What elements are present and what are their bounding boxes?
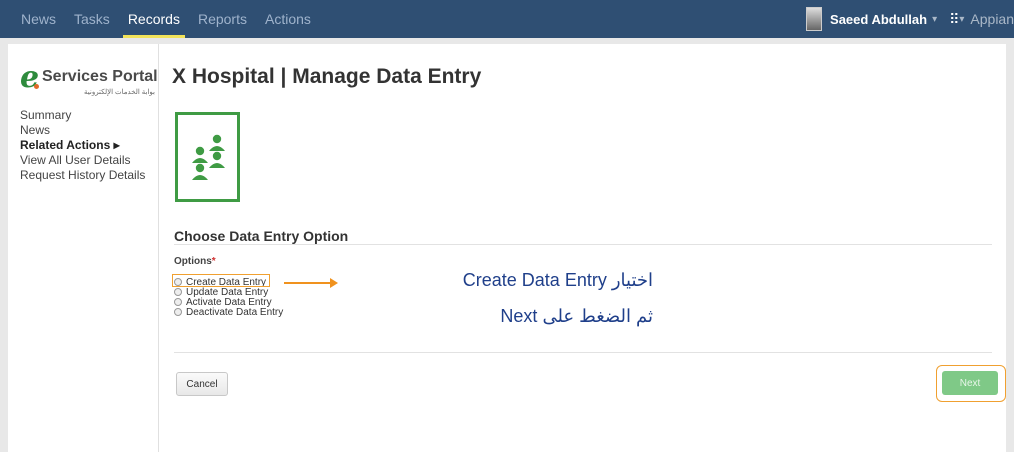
data-entry-options: Create Data Entry Update Data Entry Acti… (172, 274, 284, 318)
radio-option-update[interactable]: Update Data Entry (174, 287, 283, 298)
next-button[interactable]: Next (942, 371, 998, 395)
people-group-icon (175, 112, 240, 202)
content-frame: e Services Portal بوابة الخدمات الإلكترو… (8, 44, 1006, 452)
radio-button[interactable] (174, 298, 182, 306)
app-name-link[interactable]: Appian (970, 11, 1014, 27)
tab-news[interactable]: News (12, 0, 65, 38)
footer-divider (174, 352, 992, 353)
arrow-right-icon (330, 278, 338, 288)
section-title: Choose Data Entry Option (174, 228, 349, 244)
sidebar-item-request-history-details[interactable]: Request History Details (20, 168, 145, 183)
main-nav-tabs: News Tasks Records Reports Actions (12, 0, 320, 38)
top-navigation-bar: News Tasks Records Reports Actions Saeed… (0, 0, 1014, 38)
radio-button[interactable] (174, 308, 182, 316)
logo-e-letter: e (20, 60, 40, 95)
services-portal-logo: e Services Portal بوابة الخدمات الإلكترو… (20, 60, 160, 98)
required-marker: * (211, 256, 216, 267)
radio-label: Deactivate Data Entry (186, 306, 284, 318)
sidebar: e Services Portal بوابة الخدمات الإلكترو… (8, 44, 159, 452)
sidebar-links: Summary News Related Actions ▸ View All … (20, 108, 145, 183)
user-name-menu[interactable]: Saeed Abdullah (830, 12, 927, 27)
chevron-down-icon[interactable]: ▾ (959, 14, 964, 25)
arrow-line (284, 282, 336, 284)
sidebar-item-related-actions[interactable]: Related Actions ▸ (20, 138, 145, 153)
radio-option-activate[interactable]: Activate Data Entry (174, 297, 283, 308)
sidebar-item-news[interactable]: News (20, 123, 145, 138)
sidebar-item-view-all-user-details[interactable]: View All User Details (20, 153, 145, 168)
chevron-down-icon[interactable]: ▾ (932, 14, 937, 25)
logo-dot (34, 84, 39, 89)
tab-records[interactable]: Records (119, 0, 189, 38)
options-label-text: Options (174, 256, 212, 267)
avatar[interactable] (806, 7, 823, 31)
options-label: Options* (174, 256, 216, 267)
annotation-line-1: اختيار Create Data Entry (462, 270, 653, 290)
user-menu-area: Saeed Abdullah ▾ ⠿ ▾ Appian (806, 0, 1014, 38)
page-title: X Hospital | Manage Data Entry (172, 65, 482, 88)
logo-text: Services Portal (42, 68, 158, 85)
sidebar-item-summary[interactable]: Summary (20, 108, 145, 123)
logo-arabic-text: بوابة الخدمات الإلكترونية (84, 89, 155, 96)
tab-actions[interactable]: Actions (256, 0, 320, 38)
tab-reports[interactable]: Reports (189, 0, 256, 38)
radio-button[interactable] (174, 288, 182, 296)
cancel-button[interactable]: Cancel (176, 372, 228, 396)
tab-tasks[interactable]: Tasks (65, 0, 119, 38)
grid-icon[interactable]: ⠿ (949, 11, 959, 28)
next-highlight-box: Next (936, 365, 1006, 402)
main-panel: X Hospital | Manage Data Entry Choose Da… (160, 44, 1006, 452)
highlight-box (172, 274, 270, 287)
radio-option-deactivate[interactable]: Deactivate Data Entry (174, 306, 284, 318)
section-divider (174, 244, 992, 245)
annotation-line-2: ثم الضغط على Next (500, 306, 653, 326)
